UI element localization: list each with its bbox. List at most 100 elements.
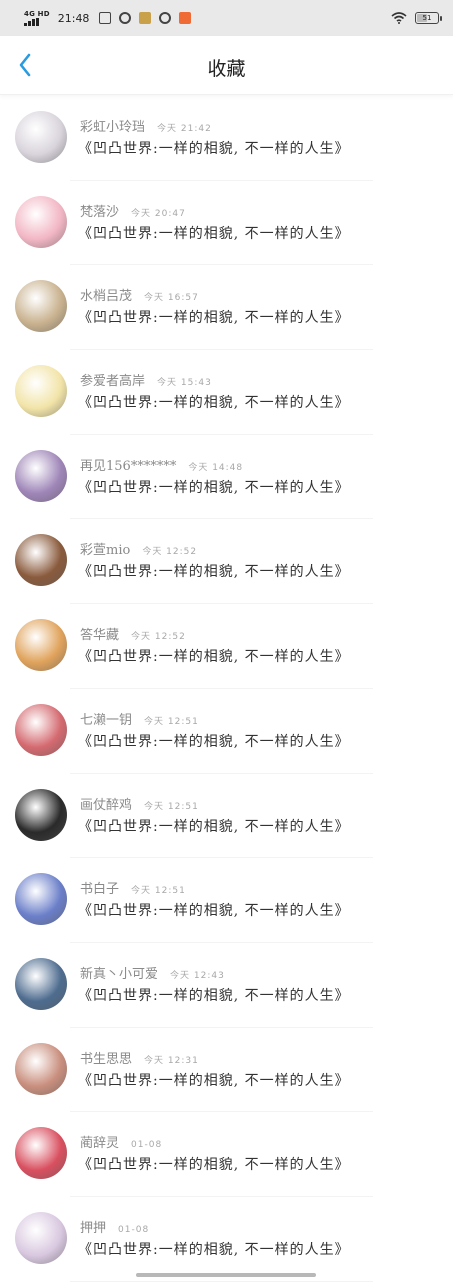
page-title: 收藏 <box>207 58 246 80</box>
list-item[interactable]: 新真丶小可爱 今天 12:43 《凹凸世界:一样的相貌, 不一样的人生》 <box>0 943 453 1028</box>
list-item[interactable]: 再见156******* 今天 14:48 《凹凸世界:一样的相貌, 不一样的人生》 <box>0 435 453 520</box>
favorite-title[interactable]: 《凹凸世界:一样的相貌, 不一样的人生》 <box>78 223 350 243</box>
user-name: 押押 <box>80 1220 107 1236</box>
favorite-title[interactable]: 《凹凸世界:一样的相貌, 不一样的人生》 <box>78 1070 350 1090</box>
avatar[interactable] <box>15 619 67 672</box>
favorite-title[interactable]: 《凹凸世界:一样的相貌, 不一样的人生》 <box>78 816 350 836</box>
timestamp: 今天 12:52 <box>131 632 186 643</box>
timestamp: 今天 21:42 <box>157 124 212 134</box>
timestamp: 今天 12:51 <box>144 716 199 727</box>
list-item[interactable]: 画仗醉鸡 今天 12:51 《凹凸世界:一样的相貌, 不一样的人生》 <box>0 774 453 859</box>
home-indicator[interactable] <box>136 1273 316 1277</box>
favorite-title[interactable]: 《凹凸世界:一样的相貌, 不一样的人生》 <box>78 646 350 666</box>
favorite-title[interactable]: 《凹凸世界:一样的相貌, 不一样的人生》 <box>78 477 350 497</box>
avatar[interactable] <box>15 957 67 1010</box>
item-meta: 书白子 今天 12:51 <box>80 878 186 897</box>
timestamp: 今天 12:31 <box>144 1055 199 1066</box>
favorite-title[interactable]: 《凹凸世界:一样的相貌, 不一样的人生》 <box>78 985 350 1005</box>
item-meta: 蔺辞灵 01-08 <box>80 1132 162 1151</box>
favorite-title[interactable]: 《凹凸世界:一样的相貌, 不一样的人生》 <box>78 1154 350 1174</box>
avatar[interactable] <box>15 195 67 248</box>
list-item[interactable]: 参爱者高岸 今天 15:43 《凹凸世界:一样的相貌, 不一样的人生》 <box>0 350 453 435</box>
item-meta: 再见156******* 今天 14:48 <box>80 455 243 474</box>
status-bar: 4G HD 21:48 51 <box>0 0 453 36</box>
item-meta: 押押 01-08 <box>80 1217 149 1236</box>
list-item[interactable]: 彩虹小玲珰 今天 21:42 《凹凸世界:一样的相貌, 不一样的人生》 <box>0 96 453 181</box>
user-name: 新真丶小可爱 <box>80 966 159 982</box>
timestamp: 今天 12:51 <box>131 886 186 897</box>
timestamp: 今天 12:43 <box>170 970 225 981</box>
cellular-signal-icon: 4G HD <box>24 10 50 26</box>
user-name: 画仗醉鸡 <box>80 797 133 813</box>
divider <box>70 1280 373 1282</box>
user-name: 蔺辞灵 <box>80 1136 120 1152</box>
favorite-title[interactable]: 《凹凸世界:一样的相貌, 不一样的人生》 <box>78 392 350 412</box>
notification-app-icon <box>119 12 132 24</box>
notification-app-icon <box>99 12 112 24</box>
item-meta: 新真丶小可爱 今天 12:43 <box>80 963 225 982</box>
avatar[interactable] <box>15 1042 67 1095</box>
notification-app-icon <box>179 12 192 24</box>
list-item[interactable]: 押押 01-08 《凹凸世界:一样的相貌, 不一样的人生》 <box>0 1197 453 1282</box>
item-meta: 彩虹小玲珰 今天 21:42 <box>80 116 212 135</box>
battery-icon: 51 <box>415 12 442 24</box>
user-name: 七濑一钥 <box>80 712 133 728</box>
timestamp: 今天 14:48 <box>188 462 244 473</box>
avatar[interactable] <box>15 1211 67 1264</box>
list-item[interactable]: 七濑一钥 今天 12:51 《凹凸世界:一样的相貌, 不一样的人生》 <box>0 689 453 774</box>
user-name: 书白子 <box>80 882 120 898</box>
list-item[interactable]: 蔺辞灵 01-08 《凹凸世界:一样的相貌, 不一样的人生》 <box>0 1112 453 1197</box>
item-meta: 书生思思 今天 12:31 <box>80 1048 199 1067</box>
battery-level: 51 <box>422 14 432 22</box>
item-meta: 七濑一钥 今天 12:51 <box>80 709 199 728</box>
avatar[interactable] <box>15 111 67 163</box>
item-meta: 画仗醉鸡 今天 12:51 <box>80 794 199 813</box>
avatar[interactable] <box>15 365 67 418</box>
list-item[interactable]: 彩萱mio 今天 12:52 《凹凸世界:一样的相貌, 不一样的人生》 <box>0 519 453 605</box>
favorite-title[interactable]: 《凹凸世界:一样的相貌, 不一样的人生》 <box>78 561 350 581</box>
timestamp: 今天 20:47 <box>131 208 186 219</box>
notification-app-icon <box>139 12 152 24</box>
navigation-header: 收藏 <box>0 36 453 95</box>
timestamp: 今天 16:57 <box>144 293 199 304</box>
timestamp: 01-08 <box>131 1140 163 1151</box>
user-name: 梵落沙 <box>80 204 120 220</box>
item-meta: 参爱者高岸 今天 15:43 <box>80 370 212 389</box>
avatar[interactable] <box>15 703 67 756</box>
avatar[interactable] <box>15 1127 67 1180</box>
avatar[interactable] <box>15 280 67 333</box>
timestamp: 01-08 <box>118 1224 150 1235</box>
avatar[interactable] <box>15 873 67 926</box>
list-item[interactable]: 梵落沙 今天 20:47 《凹凸世界:一样的相貌, 不一样的人生》 <box>0 181 453 266</box>
favorite-title[interactable]: 《凹凸世界:一样的相貌, 不一样的人生》 <box>78 1239 350 1259</box>
user-name: 答华藏 <box>80 628 120 644</box>
avatar[interactable] <box>15 788 67 841</box>
favorite-title[interactable]: 《凹凸世界:一样的相貌, 不一样的人生》 <box>78 138 350 158</box>
user-name: 彩萱mio <box>80 543 131 559</box>
list-item[interactable]: 水梢吕茂 今天 16:57 《凹凸世界:一样的相貌, 不一样的人生》 <box>0 265 453 351</box>
user-name: 参爱者高岸 <box>80 374 146 390</box>
favorite-title[interactable]: 《凹凸世界:一样的相貌, 不一样的人生》 <box>78 731 350 751</box>
timestamp: 今天 15:43 <box>157 378 212 389</box>
item-meta: 答华藏 今天 12:52 <box>80 624 186 643</box>
favorite-title[interactable]: 《凹凸世界:一样的相貌, 不一样的人生》 <box>78 307 350 327</box>
favorite-title[interactable]: 《凹凸世界:一样的相貌, 不一样的人生》 <box>78 900 350 920</box>
user-name: 彩虹小玲珰 <box>80 120 146 135</box>
favorites-list: 彩虹小玲珰 今天 21:42 《凹凸世界:一样的相貌, 不一样的人生》 梵落沙 今天 2… <box>0 96 453 1282</box>
timestamp: 今天 12:51 <box>144 801 199 812</box>
list-item[interactable]: 答华藏 今天 12:52 《凹凸世界:一样的相貌, 不一样的人生》 <box>0 604 453 689</box>
user-name: 水梢吕茂 <box>80 289 133 305</box>
network-label: 4G HD <box>24 10 50 18</box>
item-meta: 彩萱mio 今天 12:52 <box>80 539 197 558</box>
timestamp: 今天 12:52 <box>142 547 198 558</box>
user-name: 书生思思 <box>80 1051 133 1067</box>
clock: 21:48 <box>57 11 90 25</box>
avatar[interactable] <box>15 449 67 502</box>
wifi-icon <box>391 12 407 24</box>
avatar[interactable] <box>15 534 67 587</box>
list-item[interactable]: 书生思思 今天 12:31 《凹凸世界:一样的相貌, 不一样的人生》 <box>0 1028 453 1113</box>
notification-app-icon <box>159 12 172 24</box>
item-meta: 梵落沙 今天 20:47 <box>80 201 186 220</box>
list-item[interactable]: 书白子 今天 12:51 《凹凸世界:一样的相貌, 不一样的人生》 <box>0 858 453 943</box>
user-name: 再见156******* <box>80 458 177 474</box>
